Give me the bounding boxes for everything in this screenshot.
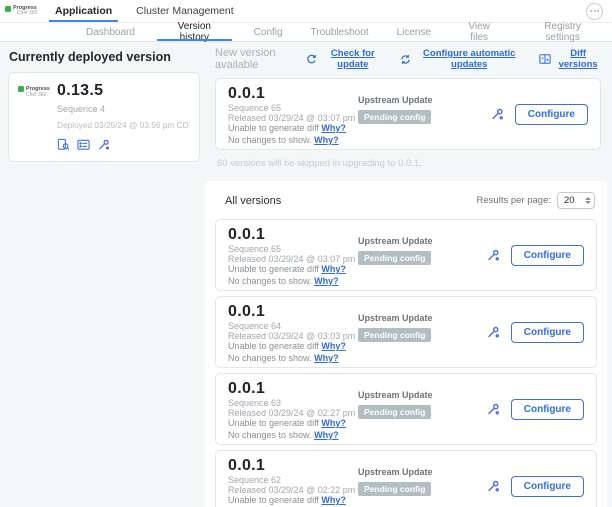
status-badge: Pending config bbox=[358, 110, 431, 124]
logo-line2: Chef 360 bbox=[17, 11, 37, 17]
diff-why-link[interactable]: Why? bbox=[321, 418, 346, 428]
changes-why-link[interactable]: Why? bbox=[314, 135, 339, 145]
deployed-version-card: Progress Chef 360 0.13.5 Sequence 4 Depl… bbox=[8, 72, 200, 162]
version-released: Released 03/29/24 @ 02:27 pm CDT bbox=[228, 408, 358, 418]
status-badge: Pending config bbox=[358, 251, 431, 265]
wrench-icon[interactable] bbox=[486, 325, 500, 339]
deployed-sequence: Sequence 4 bbox=[57, 104, 190, 114]
auto-update-icon bbox=[400, 54, 411, 65]
subnav-view-files[interactable]: View files bbox=[445, 23, 513, 41]
version-released: Released 03/29/24 @ 03:07 pm CDT bbox=[228, 113, 358, 123]
version-released: Released 03/29/24 @ 03:03 pm CDT bbox=[228, 331, 358, 341]
version-sequence: Sequence 65 bbox=[228, 103, 358, 113]
configure-automatic-updates-link[interactable]: Configure automatic updates bbox=[400, 48, 523, 70]
skip-versions-note: 60 versions will be skipped in upgrading… bbox=[217, 158, 601, 169]
deployed-version-number: 0.13.5 bbox=[57, 83, 190, 99]
configure-button[interactable]: Configure bbox=[511, 245, 584, 266]
changes-why-link[interactable]: Why? bbox=[314, 276, 339, 286]
diff-why-link[interactable]: Why? bbox=[321, 264, 346, 274]
version-number: 0.0.1 bbox=[228, 227, 358, 242]
wrench-icon[interactable] bbox=[97, 138, 110, 151]
refresh-icon bbox=[306, 54, 317, 65]
version-row: 0.0.1 Sequence 63 Released 03/29/24 @ 02… bbox=[215, 373, 597, 445]
changes-why-link[interactable]: Why? bbox=[314, 353, 339, 363]
edit-config-icon[interactable] bbox=[77, 138, 90, 151]
version-released: Released 03/29/24 @ 03:07 pm CDT bbox=[228, 254, 358, 264]
more-menu-button[interactable] bbox=[586, 3, 603, 20]
version-source: Upstream Update bbox=[358, 313, 486, 323]
version-source: Upstream Update bbox=[358, 390, 486, 400]
file-diff-icon[interactable] bbox=[57, 138, 70, 151]
check-for-update-link[interactable]: Check for update bbox=[306, 48, 384, 70]
version-sequence: Sequence 62 bbox=[228, 475, 358, 485]
subnav-troubleshoot[interactable]: Troubleshoot bbox=[297, 23, 383, 41]
version-number: 0.0.1 bbox=[228, 304, 358, 319]
version-number: 0.0.1 bbox=[228, 458, 358, 473]
subnav-license[interactable]: License bbox=[383, 23, 445, 41]
version-source: Upstream Update bbox=[358, 236, 486, 246]
version-source: Upstream Update bbox=[358, 467, 486, 477]
wrench-icon[interactable] bbox=[486, 248, 500, 262]
wrench-icon[interactable] bbox=[490, 107, 504, 121]
version-actions: Check for update Configure automatic upd… bbox=[306, 48, 601, 70]
subnav-registry-settings[interactable]: Registry settings bbox=[513, 23, 612, 41]
wrench-icon[interactable] bbox=[486, 402, 500, 416]
tab-application[interactable]: Application bbox=[43, 0, 124, 22]
diff-why-link[interactable]: Why? bbox=[321, 123, 346, 133]
version-source: Upstream Update bbox=[358, 95, 490, 105]
subnav: Dashboard Version history Config Trouble… bbox=[0, 23, 612, 42]
version-history-panel: New version available Check for update bbox=[205, 50, 607, 507]
deployed-date: Deployed 03/25/24 @ 03:56 pm CDT bbox=[57, 120, 190, 130]
status-badge: Pending config bbox=[358, 405, 431, 419]
new-version-heading: New version available bbox=[215, 47, 306, 71]
version-number: 0.0.1 bbox=[228, 381, 358, 396]
results-per-page-select[interactable]: 20 bbox=[557, 192, 595, 209]
all-versions-heading: All versions bbox=[225, 195, 281, 207]
all-versions-panel: All versions Results per page: 20 0.0.1 … bbox=[205, 181, 607, 507]
version-sequence: Sequence 65 bbox=[228, 244, 358, 254]
results-per-page-label: Results per page: bbox=[477, 195, 551, 206]
configure-button[interactable]: Configure bbox=[511, 476, 584, 497]
version-row: 0.0.1 Sequence 62 Released 03/29/24 @ 02… bbox=[215, 450, 597, 507]
status-badge: Pending config bbox=[358, 482, 431, 496]
version-sequence: Sequence 63 bbox=[228, 398, 358, 408]
tab-cluster-management[interactable]: Cluster Management bbox=[124, 0, 245, 22]
deployed-version-panel: Currently deployed version Progress Chef… bbox=[8, 50, 200, 162]
version-number: 0.0.1 bbox=[228, 86, 358, 101]
deployed-app-logo: Progress Chef 360 bbox=[18, 83, 51, 151]
diff-why-link[interactable]: Why? bbox=[321, 495, 346, 505]
diff-why-link[interactable]: Why? bbox=[321, 341, 346, 351]
logo-mark-icon bbox=[5, 6, 11, 12]
topbar: Progress Chef 360 Application Cluster Ma… bbox=[0, 0, 612, 23]
configure-button[interactable]: Configure bbox=[515, 104, 588, 125]
new-version-row: 0.0.1 Sequence 65 Released 03/29/24 @ 03… bbox=[215, 78, 601, 150]
app-tabs: Application Cluster Management bbox=[43, 0, 246, 22]
deployed-heading: Currently deployed version bbox=[9, 50, 200, 64]
diff-icon bbox=[539, 53, 551, 65]
deployed-actions bbox=[57, 138, 190, 151]
version-sequence: Sequence 64 bbox=[228, 321, 358, 331]
changes-why-link[interactable]: Why? bbox=[314, 430, 339, 440]
subnav-version-history[interactable]: Version history bbox=[149, 23, 240, 41]
subnav-config[interactable]: Config bbox=[240, 23, 297, 41]
logo-mark-icon bbox=[18, 86, 24, 92]
version-row: 0.0.1 Sequence 65 Released 03/29/24 @ 03… bbox=[215, 219, 597, 291]
subnav-dashboard[interactable]: Dashboard bbox=[72, 23, 149, 41]
version-row: 0.0.1 Sequence 64 Released 03/29/24 @ 03… bbox=[215, 296, 597, 368]
app-logo: Progress Chef 360 bbox=[5, 5, 42, 17]
wrench-icon[interactable] bbox=[486, 479, 500, 493]
status-badge: Pending config bbox=[358, 328, 431, 342]
stepper-icon bbox=[585, 197, 591, 204]
diff-versions-link[interactable]: Diff versions bbox=[539, 48, 601, 70]
configure-button[interactable]: Configure bbox=[511, 322, 584, 343]
version-released: Released 03/29/24 @ 02:22 pm CDT bbox=[228, 485, 358, 495]
ellipsis-icon bbox=[590, 10, 592, 12]
configure-button[interactable]: Configure bbox=[511, 399, 584, 420]
